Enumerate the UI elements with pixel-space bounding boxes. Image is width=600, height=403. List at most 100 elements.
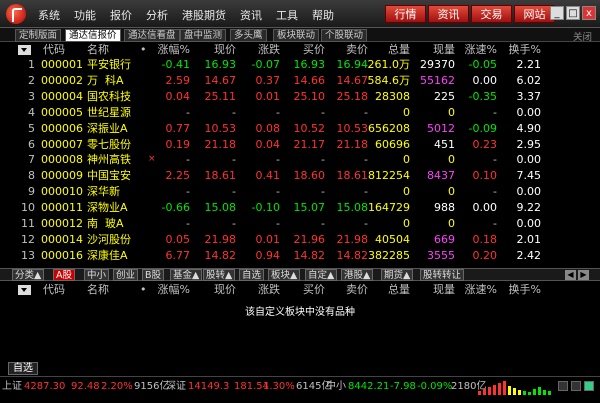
layout-tab[interactable]: 通达信看盘 xyxy=(124,29,180,42)
stock-name[interactable]: 世纪星源 xyxy=(87,105,131,120)
stock-code[interactable]: 000012 xyxy=(41,216,83,231)
stock-name[interactable]: 南 玻A xyxy=(87,216,124,231)
stock-code[interactable]: 000001 xyxy=(41,57,83,72)
stock-name[interactable]: 零七股份 xyxy=(87,137,131,152)
column-header[interactable]: 涨跌 xyxy=(258,43,280,57)
close-tab-link[interactable]: 关闭 xyxy=(573,29,592,43)
top-button[interactable]: 交易 xyxy=(471,5,512,23)
scroll-right-icon[interactable]: ▶ xyxy=(578,270,589,280)
stock-code[interactable]: 000009 xyxy=(41,168,83,183)
table-row[interactable]: 12 000014 沙河股份 0.05 21.98 0.01 21.96 21.98 40504… xyxy=(0,232,600,247)
menu-item[interactable]: 分析 xyxy=(146,7,168,23)
column-header[interactable]: 换手% xyxy=(509,43,541,57)
table-row[interactable]: 9 000010 深华新 - - - - - 0 0 - 0.00 xyxy=(0,184,600,199)
table-row[interactable]: 5 000006 深振业A 0.77 10.53 0.08 10.52 10.53 656208… xyxy=(0,121,600,136)
column-header[interactable]: 卖价 xyxy=(346,283,368,297)
close-window-button[interactable]: x xyxy=(582,6,596,20)
stock-code[interactable]: 000014 xyxy=(41,232,83,247)
stock-name[interactable]: 万 科A xyxy=(87,73,124,88)
market-tab[interactable]: 中小 xyxy=(84,269,110,281)
stock-name[interactable]: 深振业A xyxy=(87,121,128,136)
column-menu-dropdown-icon[interactable] xyxy=(18,285,31,295)
column-header[interactable]: 现价 xyxy=(214,283,236,297)
stock-code[interactable]: 000011 xyxy=(41,200,83,215)
market-tab[interactable]: 分类▲ xyxy=(12,269,45,281)
column-header[interactable]: 现量 xyxy=(433,43,455,57)
menu-item[interactable]: 功能 xyxy=(74,7,96,23)
column-header[interactable]: • xyxy=(140,43,147,57)
column-header[interactable]: 涨幅% xyxy=(158,43,190,57)
menu-item[interactable]: 报价 xyxy=(110,7,132,23)
stock-code[interactable]: 000006 xyxy=(41,121,83,136)
maximize-button[interactable]: □ xyxy=(566,6,580,20)
column-header[interactable]: 名称 xyxy=(87,43,109,57)
column-header[interactable]: 总量 xyxy=(388,43,410,57)
layout-tab[interactable]: 定制版面 xyxy=(15,29,62,42)
layout-tab[interactable]: 个股联动 xyxy=(321,29,368,42)
column-header[interactable]: • xyxy=(140,283,147,297)
column-header[interactable]: 代码 xyxy=(43,283,65,297)
table-row[interactable]: 7 000008 神州高铁 × - - - - - 0 0 - 0.00 xyxy=(0,152,600,167)
stock-name[interactable]: 中国宝安 xyxy=(87,168,131,183)
stock-code[interactable]: 000004 xyxy=(41,89,83,104)
stock-code[interactable]: 000005 xyxy=(41,105,83,120)
tab-watchlist[interactable]: 自选 xyxy=(8,362,38,375)
column-header[interactable]: 代码 xyxy=(43,43,65,57)
menu-item[interactable]: 港股期货 xyxy=(182,7,226,23)
stock-name[interactable]: 深华新 xyxy=(87,184,120,199)
market-tab[interactable]: B股 xyxy=(142,269,165,281)
stock-code[interactable]: 000007 xyxy=(41,137,83,152)
market-tab[interactable]: 基金▲ xyxy=(170,269,203,281)
market-tab[interactable]: 港股▲ xyxy=(341,269,374,281)
column-header[interactable]: 买价 xyxy=(303,43,325,57)
column-header[interactable]: 涨速% xyxy=(465,283,497,297)
table-row[interactable]: 6 000007 零七股份 0.19 21.18 0.04 21.17 21.18 60696 4… xyxy=(0,137,600,152)
layout-tab[interactable]: 板块联动 xyxy=(273,29,320,42)
market-tab[interactable]: 股转▲ xyxy=(203,269,236,281)
column-header[interactable]: 买价 xyxy=(303,283,325,297)
table-row[interactable]: 10 000011 深物业A -0.66 15.08 -0.10 15.07 15.08 164… xyxy=(0,200,600,215)
market-tab[interactable]: A股 xyxy=(53,269,75,281)
column-header[interactable]: 名称 xyxy=(87,283,109,297)
stock-name[interactable]: 沙河股份 xyxy=(87,232,131,247)
market-tab[interactable]: 板块▲ xyxy=(268,269,301,281)
column-header[interactable]: 涨速% xyxy=(465,43,497,57)
stock-code[interactable]: 000002 xyxy=(41,73,83,88)
stock-code[interactable]: 000010 xyxy=(41,184,83,199)
layout-tab[interactable]: 通达信报价 xyxy=(65,29,121,42)
menu-item[interactable]: 系统 xyxy=(38,7,60,23)
column-header[interactable]: 总量 xyxy=(388,283,410,297)
stock-code[interactable]: 000016 xyxy=(41,248,83,263)
stock-name[interactable]: 深物业A xyxy=(87,200,128,215)
stock-name[interactable]: 深康佳A xyxy=(87,248,128,263)
scroll-left-icon[interactable]: ◀ xyxy=(565,270,576,280)
menu-item[interactable]: 工具 xyxy=(276,7,298,23)
market-tab[interactable]: 自选 xyxy=(239,269,265,281)
table-row[interactable]: 11 000012 南 玻A - - - - - 0 0 - 0.00 xyxy=(0,216,600,231)
stock-name[interactable]: 国农科技 xyxy=(87,89,131,104)
menu-item[interactable]: 资讯 xyxy=(240,7,262,23)
table-row[interactable]: 13 000016 深康佳A 6.77 14.82 0.94 14.82 14.82 38228… xyxy=(0,248,600,263)
column-header[interactable]: 现量 xyxy=(433,283,455,297)
column-header[interactable]: 现价 xyxy=(214,43,236,57)
layout-tab[interactable]: 多头鹰 xyxy=(230,29,267,42)
top-button[interactable]: 行情 xyxy=(385,5,426,23)
stock-code[interactable]: 000008 xyxy=(41,152,83,167)
market-tab[interactable]: 股转转让 xyxy=(420,269,465,281)
column-header[interactable]: 换手% xyxy=(509,283,541,297)
column-header[interactable]: 涨跌 xyxy=(258,283,280,297)
top-button[interactable]: 资讯 xyxy=(428,5,469,23)
table-row[interactable]: 2 000002 万 科A 2.59 14.67 0.37 14.66 14.67 584.6万… xyxy=(0,73,600,88)
market-tab[interactable]: 自定▲ xyxy=(305,269,338,281)
minimize-button[interactable]: _ xyxy=(550,6,564,20)
stock-name[interactable]: 神州高铁 xyxy=(87,152,131,167)
menu-item[interactable]: 帮助 xyxy=(312,7,334,23)
market-tab[interactable]: 创业 xyxy=(113,269,139,281)
market-tab[interactable]: 期货▲ xyxy=(381,269,414,281)
column-header[interactable]: 卖价 xyxy=(346,43,368,57)
table-row[interactable]: 8 000009 中国宝安 2.25 18.61 0.41 18.60 18.61 812254… xyxy=(0,168,600,183)
column-menu-dropdown-icon[interactable] xyxy=(18,45,31,55)
column-header[interactable]: 涨幅% xyxy=(158,283,190,297)
layout-tab[interactable]: 盘中监测 xyxy=(180,29,227,42)
table-row[interactable]: 4 000005 世纪星源 - - - - - 0 0 - 0.00 xyxy=(0,105,600,120)
